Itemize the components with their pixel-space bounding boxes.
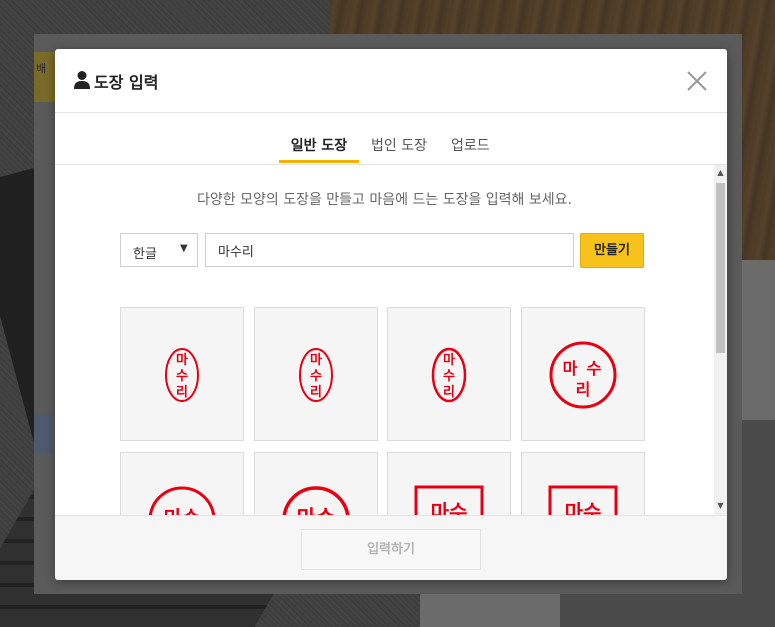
name-input[interactable] xyxy=(205,233,574,267)
modal-title: 도장 입력 xyxy=(94,73,159,92)
language-select-value: 한글 xyxy=(133,247,157,262)
svg-text:마수: 마수 xyxy=(431,500,468,515)
stamp-oval-bold-image: 마 수 리 xyxy=(431,347,467,403)
stamp-square-image: 마수 xyxy=(548,485,618,515)
stamp-tabs: 일반 도장 법인 도장 업로드 xyxy=(55,113,727,165)
modal-header: 도장 입력 xyxy=(55,49,727,113)
svg-text:마: 마 xyxy=(443,352,455,368)
svg-text:마: 마 xyxy=(310,352,322,368)
close-icon[interactable] xyxy=(683,67,711,95)
content-scrollbar[interactable]: ▲ ▼ xyxy=(714,165,727,515)
stamp-option-3[interactable]: 마 수 리 xyxy=(387,307,511,441)
stamp-input-modal: 도장 입력 일반 도장 법인 도장 업로드 다양한 모양의 도장을 만들고 마음… xyxy=(55,49,727,580)
svg-text:수: 수 xyxy=(176,369,188,384)
svg-text:리: 리 xyxy=(576,380,591,399)
tab-upload[interactable]: 업로드 xyxy=(451,135,490,163)
svg-text:마: 마 xyxy=(176,352,188,368)
modal-footer: 입력하기 xyxy=(55,515,727,580)
svg-text:마: 마 xyxy=(563,359,578,378)
stamp-content: 다양한 모양의 도장을 만들고 마음에 드는 도장을 입력해 보세요. 한글 ▼… xyxy=(55,165,727,515)
stamp-square-script-image: 마수 xyxy=(414,485,484,515)
stamp-circle-script-image: 마 수 리 xyxy=(549,341,617,409)
stamp-option-5[interactable]: 마수 xyxy=(120,452,244,515)
tab-corporate-stamp[interactable]: 법인 도장 xyxy=(371,135,427,163)
stamp-option-1[interactable]: 마 수 리 xyxy=(120,307,244,441)
guide-text: 다양한 모양의 도장을 만들고 마음에 드는 도장을 입력해 보세요. xyxy=(197,192,572,208)
stamp-circle-image: 마수 xyxy=(148,486,216,515)
svg-text:수: 수 xyxy=(310,369,322,384)
stamp-option-7[interactable]: 마수 xyxy=(387,452,511,515)
stamp-oval-script-image: 마 수 리 xyxy=(165,348,199,402)
make-button[interactable]: 만들기 xyxy=(580,233,644,268)
svg-text:리: 리 xyxy=(310,384,322,400)
scroll-down-icon[interactable]: ▼ xyxy=(714,501,727,513)
scroll-thumb[interactable] xyxy=(716,183,725,353)
chevron-down-icon: ▼ xyxy=(180,243,188,254)
svg-text:수: 수 xyxy=(587,359,602,378)
stamp-option-2[interactable]: 마 수 리 xyxy=(254,307,378,441)
submit-button[interactable]: 입력하기 xyxy=(301,529,481,570)
user-icon xyxy=(74,71,90,89)
language-select[interactable]: 한글 ▼ xyxy=(120,233,198,267)
stamp-option-8[interactable]: 마수 xyxy=(521,452,645,515)
svg-text:마수: 마수 xyxy=(565,500,602,515)
stamp-option-6[interactable]: 마수 xyxy=(254,452,378,515)
svg-text:리: 리 xyxy=(443,384,455,400)
stamp-circle-bold-image: 마수 xyxy=(282,486,350,515)
stamp-oval-image: 마 수 리 xyxy=(299,348,333,402)
svg-text:수: 수 xyxy=(443,369,455,384)
tab-general-stamp[interactable]: 일반 도장 xyxy=(279,135,359,163)
stamp-option-4[interactable]: 마 수 리 xyxy=(521,307,645,441)
svg-text:마수: 마수 xyxy=(164,506,201,515)
page-behind-panel xyxy=(34,414,54,454)
page-behind-label: 배 xyxy=(36,62,47,75)
svg-text:마수: 마수 xyxy=(297,506,336,515)
svg-text:리: 리 xyxy=(176,384,188,400)
scroll-up-icon[interactable]: ▲ xyxy=(714,168,727,180)
